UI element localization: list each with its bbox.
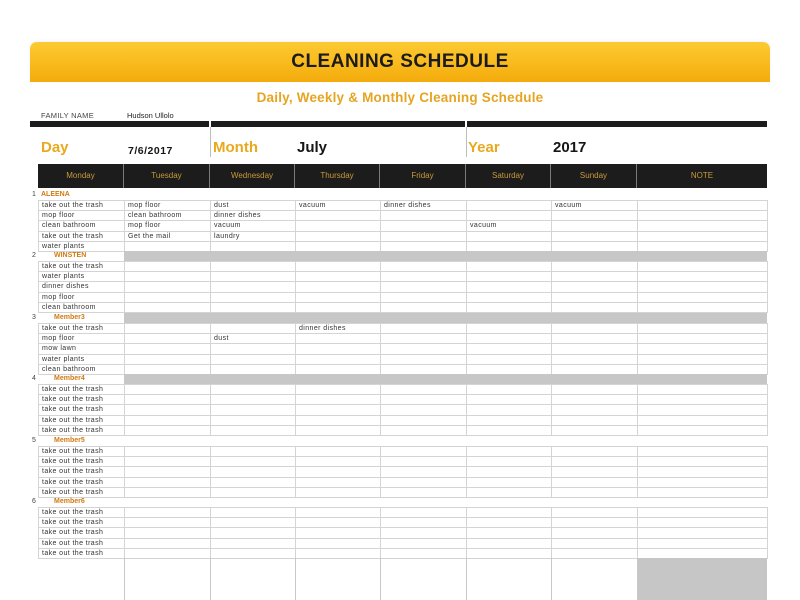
schedule-cell[interactable]	[210, 424, 296, 436]
member-name[interactable]: Member3	[54, 314, 85, 321]
schedule-cell[interactable]	[380, 424, 467, 436]
note-cell[interactable]	[637, 486, 768, 498]
member-separator-band	[124, 251, 767, 261]
schedule-cell[interactable]	[210, 486, 296, 498]
task-cell[interactable]: clean bathroom	[38, 301, 125, 313]
schedule-cell[interactable]	[380, 486, 467, 498]
member-number: 3	[32, 314, 36, 321]
schedule-grid: 1 ALEENA take out the trash mop floor dust va…	[0, 0, 800, 600]
task-cell[interactable]: take out the trash	[38, 486, 125, 498]
schedule-cell[interactable]	[551, 424, 638, 436]
member-name[interactable]: ALEENA	[41, 191, 70, 198]
note-cell[interactable]	[637, 301, 768, 313]
member-number: 4	[32, 375, 36, 382]
empty-column-area	[551, 558, 637, 600]
task-cell[interactable]: take out the trash	[38, 547, 125, 559]
schedule-cell[interactable]	[551, 486, 638, 498]
schedule-cell[interactable]	[124, 301, 211, 313]
schedule-cell[interactable]	[466, 486, 552, 498]
note-cell[interactable]	[637, 424, 768, 436]
schedule-cell[interactable]	[466, 424, 552, 436]
schedule-cell[interactable]	[551, 301, 638, 313]
member-number: 6	[32, 498, 36, 505]
schedule-cell[interactable]	[295, 424, 381, 436]
schedule-cell[interactable]	[380, 301, 467, 313]
schedule-cell[interactable]	[124, 424, 211, 436]
member-name[interactable]: Member5	[54, 437, 85, 444]
task-cell[interactable]: clean bathroom	[38, 363, 125, 375]
schedule-cell[interactable]	[295, 486, 381, 498]
schedule-cell[interactable]	[295, 301, 381, 313]
member-number: 1	[32, 191, 36, 198]
schedule-cell[interactable]	[466, 301, 552, 313]
member-name[interactable]: Member4	[54, 375, 85, 382]
member-name[interactable]: Member6	[54, 498, 85, 505]
task-cell[interactable]: take out the trash	[38, 424, 125, 436]
member-number: 2	[32, 252, 36, 259]
schedule-cell[interactable]	[124, 486, 211, 498]
schedule-cell[interactable]	[210, 301, 296, 313]
empty-column-area	[466, 558, 551, 600]
empty-column-area	[210, 558, 295, 600]
empty-column-area	[295, 558, 380, 600]
empty-column-area	[380, 558, 466, 600]
task-cell[interactable]: water plants	[38, 240, 125, 252]
member-number: 5	[32, 437, 36, 444]
member-separator-band	[124, 313, 767, 323]
empty-column-area	[124, 558, 210, 600]
member-separator-band	[124, 374, 767, 384]
member-name[interactable]: WINSTEN	[54, 252, 86, 259]
note-shaded-area	[638, 558, 767, 600]
